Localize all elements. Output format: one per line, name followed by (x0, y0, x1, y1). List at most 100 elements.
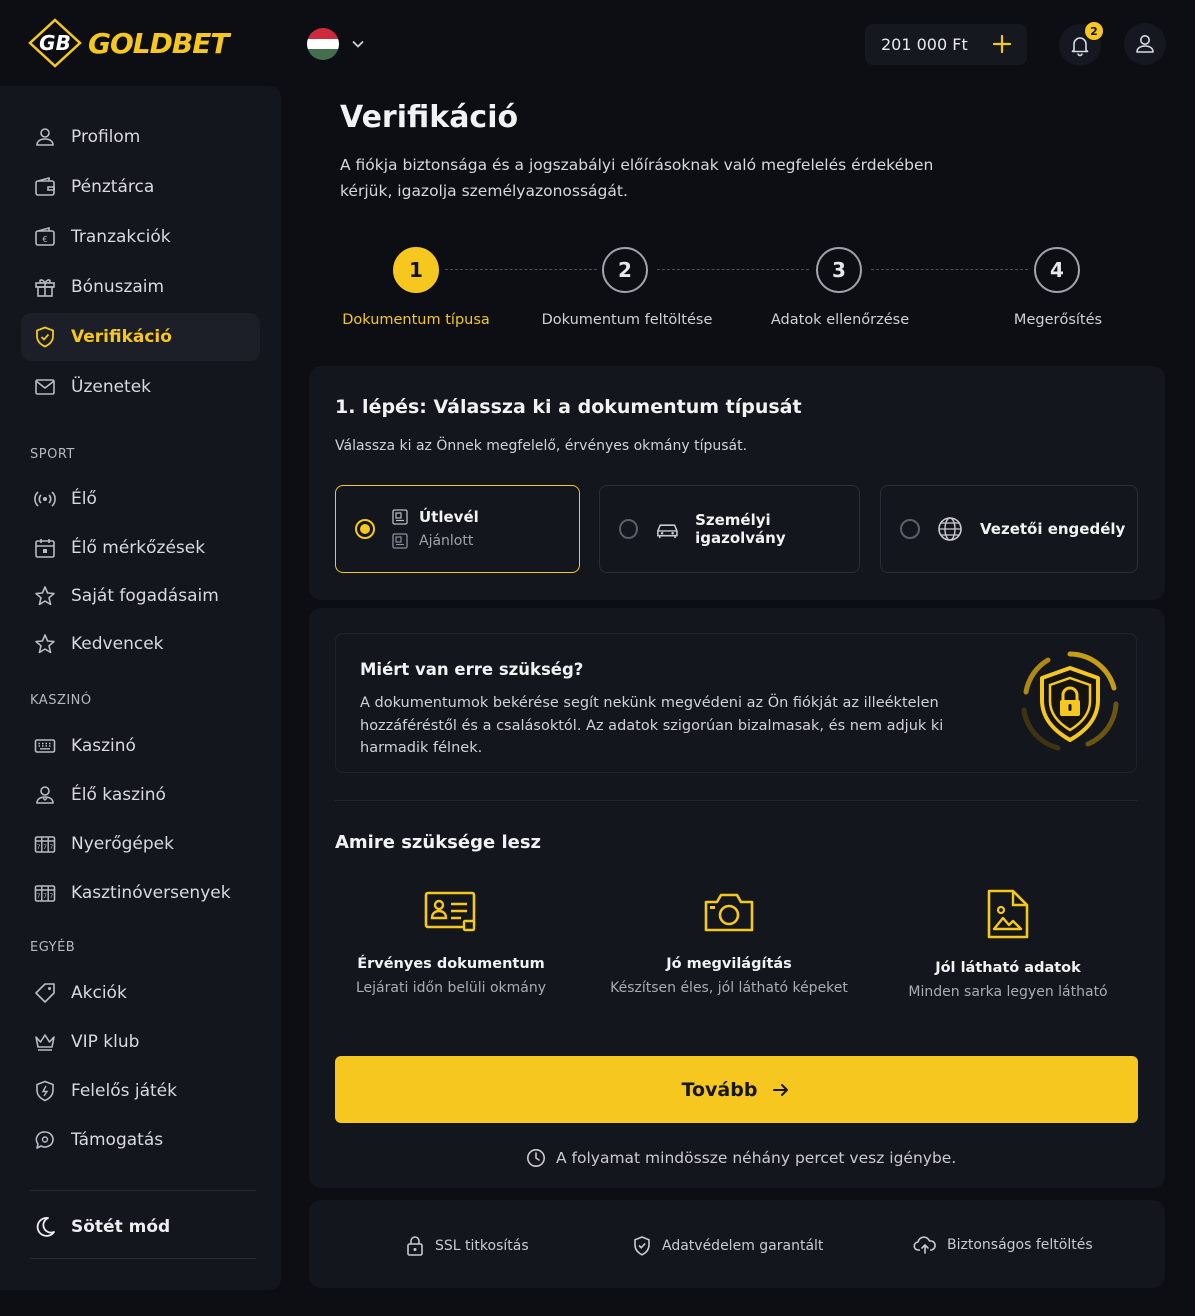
requirement-subtitle: Lejárati időn belüli okmány (355, 980, 546, 996)
sidebar-item-label: Élő kaszinó (71, 785, 166, 805)
sidebar-item-my-bets[interactable]: Saját fogadásaim (21, 572, 260, 620)
hungary-flag-icon (307, 28, 339, 60)
wallet-icon (35, 176, 55, 196)
sidebar-item-label: Saját fogadásaim (71, 586, 219, 606)
keyboard-icon (34, 739, 56, 753)
chevron-down-icon (352, 40, 364, 48)
sidebar-item-favorites[interactable]: Kedvencek (21, 620, 260, 668)
user-icon (1136, 35, 1154, 53)
svg-text:7: 7 (43, 844, 47, 851)
sidebar-item-live-matches[interactable]: Élő mérkőzések (21, 524, 260, 572)
dealer-icon (36, 786, 54, 804)
deposit-plus-icon[interactable] (991, 33, 1013, 55)
sidebar-item-profile[interactable]: Profilom (21, 113, 260, 161)
shield-check-icon (36, 326, 54, 348)
sidebar-item-promotions[interactable]: Akciók (21, 969, 260, 1017)
svg-text:€: € (42, 235, 47, 244)
step-4-indicator: 4 (1034, 247, 1080, 293)
step-1-label: Dokumentum típusa (342, 312, 490, 328)
id-card-label: Személyi igazolvány (695, 511, 786, 547)
goldbet-logo[interactable]: GB GOLDBET (28, 18, 229, 68)
sidebar-section-casino: KASZINÓ (30, 693, 92, 708)
requirement-title: Érvényes dokumentum (357, 956, 545, 972)
logo-mark-icon: GB (28, 18, 82, 68)
step-3-label: Adatok ellenőrzése (770, 312, 910, 328)
document-option-id-card[interactable]: Személyi igazolvány (599, 485, 860, 573)
top-header: GB GOLDBET 201 000 Ft 2 (0, 0, 1195, 86)
svg-text:7: 7 (49, 893, 53, 900)
svg-text:7: 7 (49, 844, 53, 851)
sidebar-item-bonuses[interactable]: Bónuszaim (21, 263, 260, 311)
sidebar-item-live[interactable]: Élő (21, 475, 260, 523)
sidebar-item-label: Bónuszaim (71, 277, 165, 297)
sidebar-item-label: Tranzakciók (71, 227, 171, 247)
document-option-passport[interactable]: Útlevél Ajánlott (335, 485, 580, 573)
sidebar-item-label: Támogatás (71, 1130, 164, 1150)
passport-radio[interactable] (355, 519, 375, 539)
security-shield-icon (1018, 648, 1122, 756)
gift-icon (35, 279, 55, 297)
sidebar-item-label: Felelős játék (71, 1081, 177, 1101)
step-connector (871, 269, 1028, 270)
requirement-subtitle: Minden sarka legyen látható (908, 984, 1108, 1000)
sidebar-divider (30, 1190, 256, 1191)
id-card-radio[interactable] (619, 519, 639, 539)
logo-text: GOLDBET (88, 26, 229, 60)
duration-note: A folyamat mindössze néhány percet vesz … (526, 1148, 956, 1168)
document-image-icon (987, 889, 1029, 939)
step-3-indicator: 3 (816, 247, 862, 293)
lock-icon (407, 1236, 423, 1256)
sidebar-item-slots[interactable]: 777 Nyerőgépek (21, 820, 260, 868)
sidebar-item-responsible-gaming[interactable]: Felelős játék (21, 1067, 260, 1115)
step-title: 1. lépés: Válassza ki a dokumentum típus… (335, 396, 802, 418)
sidebar-item-label: Kedvencek (71, 634, 164, 654)
shield-icon (36, 1080, 54, 1102)
slot-icon: 777 (34, 836, 56, 853)
sidebar-item-messages[interactable]: Üzenetek (21, 363, 260, 411)
camera-icon (704, 893, 754, 932)
requirement-good-lighting: Jó megvilágítás Készítsen éles, jól láth… (599, 888, 859, 996)
balance-display[interactable]: 201 000 Ft (865, 24, 1027, 65)
sidebar-item-label: Profilom (71, 127, 141, 147)
sidebar-item-wallet[interactable]: Pénztárca (21, 163, 260, 211)
sidebar-item-verification[interactable]: Verifikáció (21, 313, 260, 361)
moon-icon (36, 1217, 55, 1237)
sidebar-item-vip-club[interactable]: VIP klub (21, 1018, 260, 1066)
sidebar-item-label: Pénztárca (71, 177, 155, 197)
profile-button[interactable] (1124, 23, 1166, 65)
requirement-visible-data: Jól látható adatok Minden sarka legyen l… (878, 888, 1138, 1000)
sidebar-item-label: VIP klub (71, 1032, 140, 1052)
sidebar-item-live-casino[interactable]: Élő kaszinó (21, 771, 260, 819)
document-option-driving-license[interactable]: Vezetői engedély (880, 485, 1138, 573)
footer-secure-upload: Biztonságos feltöltés (913, 1235, 1093, 1255)
step-2-label: Dokumentum feltöltése (541, 312, 713, 328)
star-icon (35, 634, 55, 654)
sidebar-item-casino[interactable]: Kaszinó (21, 722, 260, 770)
live-icon (34, 491, 56, 507)
duration-note-text: A folyamat mindössze néhány percet vesz … (556, 1149, 957, 1167)
driving-license-radio[interactable] (900, 519, 920, 539)
next-button[interactable]: Tovább (335, 1056, 1138, 1123)
footer-privacy-label: Adatvédelem garantált (662, 1238, 824, 1254)
step-1-indicator: 1 (393, 247, 439, 293)
sidebar-item-label: Élő mérkőzések (71, 538, 206, 558)
sidebar-item-label: Kaszinó (71, 736, 136, 756)
star-icon (35, 586, 55, 606)
why-title: Miért van erre szükség? (360, 660, 584, 679)
sidebar-item-transactions[interactable]: € Tranzakciók (21, 213, 260, 261)
language-selector[interactable] (307, 28, 365, 60)
dark-mode-toggle[interactable]: Sötét mód (21, 1203, 260, 1251)
sidebar-item-label: Üzenetek (71, 377, 152, 397)
section-divider (335, 800, 1137, 801)
sidebar-item-support[interactable]: Támogatás (21, 1116, 260, 1164)
requirement-subtitle: Készítsen éles, jól látható képeket (610, 980, 848, 996)
notifications-button[interactable]: 2 (1059, 22, 1103, 66)
sidebar-divider (30, 1258, 256, 1259)
recommended-icon (392, 533, 408, 549)
requirements-title: Amire szüksége lesz (335, 832, 542, 853)
clock-icon (527, 1149, 545, 1167)
footer-ssl-label: SSL titkosítás (435, 1238, 529, 1254)
car-icon (657, 524, 679, 539)
sidebar-section-sport: SPORT (30, 447, 75, 462)
sidebar-item-casino-tournaments[interactable]: 777 Kasztinóversenyek (21, 869, 260, 917)
